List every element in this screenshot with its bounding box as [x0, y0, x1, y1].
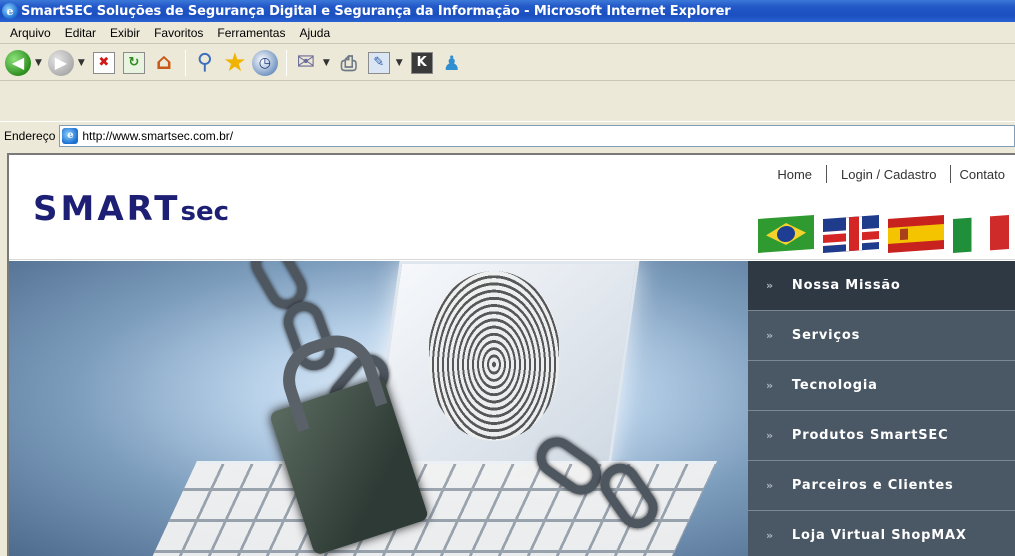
history-icon: ◷: [251, 49, 278, 76]
page-icon: e: [62, 127, 79, 144]
nav-item-label: Parceiros e Clientes: [791, 478, 954, 493]
nav-arrow-icon: »: [766, 479, 774, 492]
print-icon: ⎙: [340, 50, 357, 75]
back-arrow-icon: ◀: [5, 49, 31, 76]
nav-item-loja-virtual[interactable]: » Loja Virtual ShopMAX: [748, 511, 1015, 556]
address-field[interactable]: e http://www.smartsec.com.br/: [59, 124, 1015, 147]
logo-suffix-text: sec: [180, 197, 230, 227]
menu-arquivo[interactable]: Arquivo: [4, 26, 59, 40]
browser-window: e SmartSEC Soluções de Segurança Digital…: [0, 0, 1015, 556]
address-url[interactable]: http://www.smartsec.com.br/: [82, 129, 233, 143]
link-login-cadastro[interactable]: Login / Cadastro: [827, 167, 950, 182]
side-navigation: » Nossa Missão » Serviços » Tecnologia »…: [748, 261, 1015, 556]
nav-item-tecnologia[interactable]: » Tecnologia: [748, 361, 1015, 411]
toolbar: ◀ ▼ ▶ ▼ ✖ ↻ ⌂ ⚲ ★ ◷ ✉ ▼ ⎙ ✎ ▼ K ♟: [0, 45, 1015, 81]
refresh-button[interactable]: ↻: [120, 49, 148, 77]
stop-button[interactable]: ✖: [90, 49, 118, 77]
site-header: SMARTsec Home Login / Cadastro Contato: [9, 155, 1015, 260]
mail-dropdown-icon[interactable]: ▼: [323, 58, 330, 68]
nav-item-label: Produtos SmartSEC: [791, 428, 949, 443]
toolbar-separator: [184, 49, 186, 76]
toolbar-separator: [285, 49, 287, 76]
title-bar: e SmartSEC Soluções de Segurança Digital…: [0, 0, 1015, 22]
nav-arrow-icon: »: [766, 379, 774, 392]
nav-arrow-icon: »: [766, 529, 774, 542]
brazil-flag-icon[interactable]: [758, 215, 814, 253]
back-dropdown-icon[interactable]: ▼: [35, 58, 42, 68]
edit-dropdown-icon[interactable]: ▼: [396, 58, 403, 68]
discuss-button[interactable]: K: [408, 49, 436, 77]
forward-button[interactable]: ▶: [47, 49, 75, 77]
messenger-icon: ♟: [442, 50, 461, 75]
page-viewport: SMARTsec Home Login / Cadastro Contato »…: [7, 153, 1015, 556]
link-contato[interactable]: Contato: [951, 167, 1005, 182]
hero-image: [9, 261, 748, 556]
search-button[interactable]: ⚲: [191, 49, 219, 77]
window-title: SmartSEC Soluções de Segurança Digital e…: [21, 3, 731, 19]
uk-flag-icon[interactable]: [823, 215, 879, 253]
forward-dropdown-icon[interactable]: ▼: [78, 58, 85, 68]
home-button[interactable]: ⌂: [150, 49, 178, 77]
menu-favoritos[interactable]: Favoritos: [148, 26, 211, 40]
nav-item-parceiros-clientes[interactable]: » Parceiros e Clientes: [748, 461, 1015, 511]
nav-item-label: Serviços: [791, 328, 861, 343]
messenger-button[interactable]: ♟: [438, 49, 466, 77]
toolbar-spacer: [0, 82, 1015, 120]
menu-ferramentas[interactable]: Ferramentas: [211, 26, 293, 40]
menu-editar[interactable]: Editar: [59, 26, 104, 40]
forward-arrow-icon: ▶: [47, 49, 74, 76]
ie-app-icon: e: [2, 3, 18, 19]
mail-button[interactable]: ✉: [292, 49, 320, 77]
top-links: Home Login / Cadastro Contato: [763, 165, 1005, 183]
language-flags: [749, 215, 1009, 253]
nav-arrow-icon: »: [766, 279, 774, 292]
address-label: Endereço: [4, 128, 56, 143]
nav-item-servicos[interactable]: » Serviços: [748, 311, 1015, 361]
smartsec-logo[interactable]: SMARTsec: [33, 191, 229, 227]
print-button[interactable]: ⎙: [335, 49, 363, 77]
nav-item-label: Loja Virtual ShopMAX: [791, 528, 967, 543]
nav-item-label: Tecnologia: [791, 378, 878, 393]
search-icon: ⚲: [196, 50, 213, 75]
italy-flag-icon[interactable]: [953, 215, 1009, 253]
nav-arrow-icon: »: [766, 329, 774, 342]
nav-item-nossa-missao[interactable]: » Nossa Missão: [748, 261, 1015, 311]
menu-bar: Arquivo Editar Exibir Favoritos Ferramen…: [0, 22, 1015, 44]
menu-ajuda[interactable]: Ajuda: [293, 26, 338, 40]
edit-icon: ✎: [367, 51, 390, 74]
stop-icon: ✖: [92, 51, 115, 74]
nav-arrow-icon: »: [766, 429, 774, 442]
menu-exibir[interactable]: Exibir: [104, 26, 148, 40]
history-button[interactable]: ◷: [251, 49, 279, 77]
address-bar: Endereço e http://www.smartsec.com.br/: [0, 121, 1015, 149]
refresh-icon: ↻: [122, 51, 145, 74]
mail-icon: ✉: [296, 50, 316, 75]
nav-item-produtos-smartsec[interactable]: » Produtos SmartSEC: [748, 411, 1015, 461]
home-icon: ⌂: [155, 50, 172, 75]
favorites-button[interactable]: ★: [221, 47, 249, 78]
link-home[interactable]: Home: [763, 167, 826, 182]
back-button[interactable]: ◀: [4, 49, 32, 77]
edit-button[interactable]: ✎: [365, 49, 393, 77]
spain-flag-icon[interactable]: [888, 215, 944, 253]
favorites-star-icon: ★: [223, 47, 247, 78]
logo-main-text: SMART: [33, 189, 181, 229]
nav-item-label: Nossa Missão: [791, 278, 901, 293]
discuss-icon: K: [410, 51, 433, 74]
fingerprint-graphic: [429, 271, 559, 441]
